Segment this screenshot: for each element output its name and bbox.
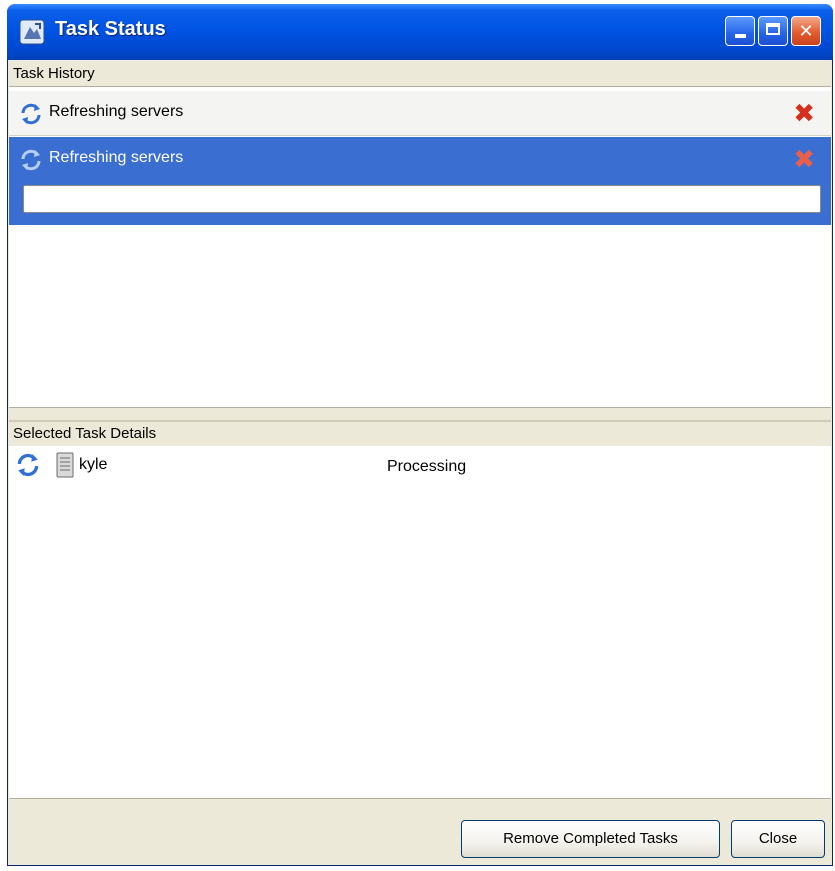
task-status-window: Task Status ✕ Task History Refreshing se… <box>7 4 833 866</box>
close-window-button[interactable]: ✕ <box>791 16 821 46</box>
task-label: Refreshing servers <box>49 103 184 120</box>
task-progress-bar <box>23 185 821 213</box>
remove-icon[interactable]: ✖ <box>793 99 815 127</box>
maximize-button[interactable] <box>758 16 788 46</box>
task-history-list: Refreshing servers ✖ Refreshing servers … <box>9 86 831 408</box>
detail-status: Processing <box>387 458 467 475</box>
minimize-button[interactable] <box>725 16 755 46</box>
refresh-icon <box>21 149 41 171</box>
remove-icon[interactable]: ✖ <box>793 145 815 173</box>
task-details-list: kyle Processing <box>9 446 831 799</box>
task-row[interactable]: Refreshing servers ✖ <box>9 91 831 136</box>
remove-completed-tasks-button[interactable]: Remove Completed Tasks <box>461 820 720 858</box>
task-row-selected[interactable]: Refreshing servers ✖ <box>9 137 831 225</box>
detail-server-name: kyle <box>79 456 108 473</box>
server-icon <box>56 452 74 478</box>
maximize-icon <box>766 23 780 35</box>
close-button[interactable]: Close <box>731 820 825 858</box>
title-bar[interactable]: Task Status ✕ <box>7 4 833 60</box>
selected-task-details-header: Selected Task Details <box>9 420 831 446</box>
minimize-icon <box>734 34 746 38</box>
close-icon: ✕ <box>798 21 814 41</box>
detail-row[interactable]: kyle Processing <box>9 446 831 478</box>
task-history-header: Task History <box>9 62 831 86</box>
refresh-icon <box>17 453 39 477</box>
refresh-icon <box>21 103 41 125</box>
task-label: Refreshing servers <box>49 149 184 166</box>
app-icon <box>19 19 45 45</box>
window-title: Task Status <box>55 18 166 40</box>
